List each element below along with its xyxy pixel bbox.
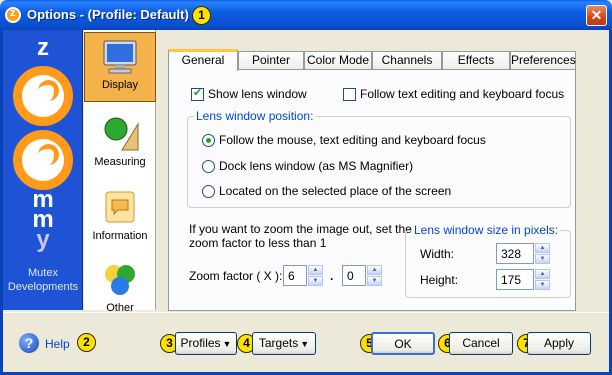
zoom-hint-line2: zoom factor to less than 1: [189, 236, 327, 250]
height-label: Height:: [420, 273, 459, 287]
profiles-label: Profiles: [180, 336, 221, 350]
category-display-label: Display: [101, 79, 139, 91]
width-stepper[interactable]: ▲ ▼: [535, 243, 550, 264]
profiles-button[interactable]: Profiles ▼: [175, 332, 237, 355]
zoom-integer-input[interactable]: 6: [283, 265, 307, 286]
width-label: Width:: [420, 247, 455, 261]
window-title: Options - (Profile: Default): [27, 7, 189, 22]
spin-up-icon[interactable]: ▲: [535, 243, 550, 253]
spin-up-icon[interactable]: ▲: [535, 269, 550, 279]
chevron-down-icon: ▼: [300, 339, 310, 349]
help-icon[interactable]: ?: [19, 333, 39, 353]
follow-text-editing-label: Follow text editing and keyboard focus: [360, 87, 565, 101]
monitor-icon: [103, 40, 137, 74]
spin-down-icon[interactable]: ▼: [535, 254, 550, 264]
logo-letter: y: [36, 226, 50, 253]
follow-mouse-label: Follow the mouse, text editing and keybo…: [219, 133, 486, 147]
category-information[interactable]: Information: [84, 184, 156, 252]
follow-mouse-radio[interactable]: [202, 134, 215, 147]
zoom-fraction-stepper[interactable]: ▲ ▼: [367, 265, 382, 286]
chevron-down-icon: ▼: [222, 339, 232, 349]
zoomy-logo: z m m y Mutex Developments: [3, 30, 83, 310]
follow-text-editing-checkbox[interactable]: [343, 88, 356, 101]
zoom-factor-label: Zoom factor ( X ):: [189, 269, 283, 283]
logo-o-circle: [13, 66, 73, 126]
height-stepper[interactable]: ▲ ▼: [535, 269, 550, 290]
targets-label: Targets: [258, 336, 299, 350]
spin-up-icon[interactable]: ▲: [308, 265, 323, 275]
category-information-label: Information: [92, 230, 148, 242]
tab-preferences[interactable]: Preferences: [510, 51, 576, 70]
height-input[interactable]: 175: [496, 269, 534, 290]
information-icon: [105, 191, 135, 223]
close-button[interactable]: ✕: [586, 5, 607, 26]
tab-general[interactable]: General: [168, 49, 238, 71]
other-icon: [105, 265, 135, 295]
tab-pointer[interactable]: Pointer: [238, 51, 304, 70]
lens-position-title: Lens window position:: [194, 109, 316, 123]
lens-position-group: Lens window position: Follow the mouse, …: [187, 109, 571, 208]
zoom-fraction-input[interactable]: 0: [342, 265, 366, 286]
targets-button[interactable]: Targets ▼: [252, 332, 316, 355]
help-badge: 2: [77, 333, 96, 352]
category-sidebar: Display Measuring Information Other: [84, 30, 156, 314]
lens-size-group: Lens window size in pixels: Width: 328 ▲…: [405, 223, 571, 298]
zoom-hint-line1: If you want to zoom the image out, set t…: [189, 222, 412, 236]
app-icon: [5, 7, 21, 23]
category-other[interactable]: Other: [84, 256, 156, 320]
dock-lens-radio[interactable]: [202, 160, 215, 173]
apply-button[interactable]: Apply: [527, 332, 591, 355]
lens-size-title: Lens window size in pixels:: [412, 223, 561, 237]
spin-down-icon[interactable]: ▼: [308, 276, 323, 286]
help-link[interactable]: Help: [45, 337, 70, 351]
title-bar[interactable]: Options - (Profile: Default) 1 ✕: [0, 0, 612, 30]
bottom-button-bar: ? Help 2 3 Profiles ▼ 4 Targets ▼ 5 OK 6 C…: [3, 312, 609, 372]
spin-up-icon[interactable]: ▲: [367, 265, 382, 275]
tab-channels[interactable]: Channels: [372, 51, 442, 70]
tab-effects[interactable]: Effects: [442, 51, 510, 70]
show-lens-window-checkbox[interactable]: [191, 86, 204, 101]
title-badge: 1: [192, 6, 211, 25]
category-measuring[interactable]: Measuring: [84, 110, 156, 178]
logo-letter: z: [37, 34, 49, 61]
width-input[interactable]: 328: [496, 243, 534, 264]
company-name-line1: Mutex: [28, 267, 58, 279]
located-place-radio[interactable]: [202, 185, 215, 198]
category-display[interactable]: Display: [84, 32, 156, 102]
zoom-separator: .: [330, 269, 334, 283]
spin-down-icon[interactable]: ▼: [535, 280, 550, 290]
zoom-integer-stepper[interactable]: ▲ ▼: [308, 265, 323, 286]
general-panel: Show lens window Follow text editing and…: [168, 69, 576, 311]
show-lens-window-label: Show lens window: [208, 87, 307, 101]
tab-color-mode[interactable]: Color Mode: [304, 51, 372, 70]
category-measuring-label: Measuring: [94, 156, 146, 168]
cancel-button[interactable]: Cancel: [449, 332, 513, 355]
measuring-icon: [104, 117, 139, 151]
ok-button[interactable]: OK: [371, 332, 435, 355]
located-place-label: Located on the selected place of the scr…: [219, 184, 452, 198]
logo-o-circle: [13, 130, 73, 190]
spin-down-icon[interactable]: ▼: [367, 276, 382, 286]
dock-lens-label: Dock lens window (as MS Magnifier): [219, 159, 414, 173]
company-name-line2: Developments: [7, 281, 79, 293]
